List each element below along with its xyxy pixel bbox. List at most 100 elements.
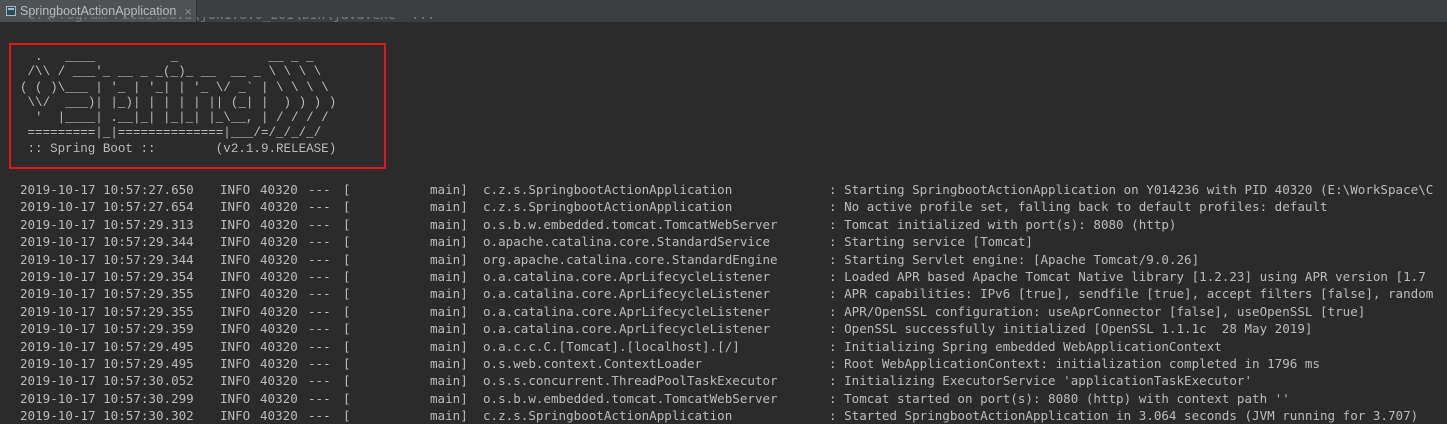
console-log: 2019-10-17 10:57:27.650 INFO 40320 --- [main… — [0, 181, 1447, 424]
log-thread: main] — [430, 338, 468, 354]
log-bracket: [ — [343, 338, 351, 354]
log-pid: 40320 — [260, 268, 298, 284]
log-date: 2019-10-17 10:57:29.344 — [20, 251, 194, 267]
log-bracket: [ — [343, 286, 351, 302]
banner-line: /\\ / ___'_ __ _ _(_)_ __ __ _ \ \ \ \ — [20, 65, 322, 80]
log-message: : APR/OpenSSL configuration: useAprConne… — [829, 303, 1366, 319]
log-separator: --- — [308, 321, 331, 337]
log-pid: 40320 — [260, 373, 298, 389]
log-bracket: [ — [343, 321, 351, 337]
log-message: : Starting service [Tomcat] — [829, 234, 1033, 250]
log-thread: main] — [430, 268, 468, 284]
log-date: 2019-10-17 10:57:29.344 — [20, 234, 194, 250]
log-date: 2019-10-17 10:57:30.299 — [20, 390, 194, 406]
log-bracket: [ — [343, 373, 351, 389]
log-date: 2019-10-17 10:57:29.313 — [20, 216, 194, 232]
log-pid: 40320 — [260, 199, 298, 215]
log-level: INFO — [220, 268, 251, 284]
log-date: 2019-10-17 10:57:29.495 — [20, 338, 194, 354]
log-level: INFO — [220, 286, 251, 302]
log-pid: 40320 — [260, 408, 298, 424]
spring-boot-banner: . ____ _ __ _ _ /\\ / ___'_ __ _ _(_)_ _… — [20, 50, 336, 157]
log-pid: 40320 — [260, 216, 298, 232]
log-date: 2019-10-17 10:57:29.359 — [20, 321, 194, 337]
log-level: INFO — [220, 321, 251, 337]
log-line: 2019-10-17 10:57:29.313 INFO 40320 --- [ main… — [0, 216, 1447, 233]
log-thread: main] — [430, 373, 468, 389]
log-pid: 40320 — [260, 390, 298, 406]
log-pid: 40320 — [260, 182, 298, 197]
log-message: : No active profile set, falling back to… — [829, 199, 1328, 215]
log-separator: --- — [308, 268, 331, 284]
log-logger: c.z.s.SpringbootActionApplication — [483, 182, 733, 197]
log-level: INFO — [220, 182, 251, 197]
log-message: : Starting Servlet engine: [Apache Tomca… — [829, 251, 1200, 267]
log-bracket: [ — [343, 216, 351, 232]
log-pid: 40320 — [260, 251, 298, 267]
log-line: 2019-10-17 10:57:30.302 INFO 40320 --- [main… — [0, 407, 1447, 424]
log-message: : Initializing Spring embedded WebApplic… — [829, 338, 1222, 354]
log-line: 2019-10-17 10:57:29.344 INFO 40320 --- [main… — [0, 233, 1447, 250]
log-line: 2019-10-17 10:57:29.495 INFO 40320 --- [ main… — [0, 338, 1447, 355]
log-thread: main] — [430, 182, 468, 197]
log-level: INFO — [220, 355, 251, 371]
banner-line: . ____ _ __ _ _ — [20, 50, 314, 64]
log-bracket: [ — [343, 390, 351, 406]
log-thread: main] — [430, 234, 468, 250]
log-logger: o.s.s.concurrent.ThreadPoolTaskExecutor — [483, 373, 778, 389]
log-separator: --- — [308, 338, 331, 354]
log-level: INFO — [220, 373, 251, 389]
log-line: 2019-10-17 10:57:30.052 INFO 40320 --- [main… — [0, 372, 1447, 389]
log-line: 2019-10-17 10:57:29.359 INFO 40320 --- [main… — [0, 320, 1447, 337]
log-line: 2019-10-17 10:57:29.344 INFO 40320 --- [main… — [0, 251, 1447, 268]
log-message: : Loaded APR based Apache Tomcat Native … — [829, 268, 1426, 284]
log-logger: o.a.catalina.core.AprLifecycleListener — [483, 268, 771, 284]
banner-line: ( ( )\___ | '_ | '_| | '_ \/ _` | \ \ \ … — [20, 80, 329, 95]
log-bracket: [ — [343, 303, 351, 319]
log-separator: --- — [308, 182, 331, 197]
log-line: 2019-10-17 10:57:29.355 INFO 40320 --- [main… — [0, 303, 1447, 320]
log-pid: 40320 — [260, 234, 298, 250]
log-date: 2019-10-17 10:57:29.355 — [20, 286, 194, 302]
log-pid: 40320 — [260, 355, 298, 371]
log-thread: main] — [430, 286, 468, 302]
log-message: : Started SpringbootActionApplication in… — [829, 408, 1419, 424]
log-separator: --- — [308, 251, 331, 267]
log-bracket: [ — [343, 268, 351, 284]
close-icon[interactable]: × — [184, 4, 192, 19]
log-level: INFO — [220, 234, 251, 250]
log-line: 2019-10-17 10:57:27.650 INFO 40320 --- [main… — [0, 181, 1447, 198]
log-date: 2019-10-17 10:57:27.654 — [20, 199, 194, 215]
log-message: : Tomcat started on port(s): 8080 (http)… — [829, 390, 1290, 406]
log-bracket: [ — [343, 408, 351, 424]
log-separator: --- — [308, 199, 331, 215]
log-message: : APR capabilities: IPv6 [true], sendfil… — [829, 286, 1434, 302]
log-date: 2019-10-17 10:57:30.302 — [20, 408, 194, 424]
log-logger: o.a.catalina.core.AprLifecycleListener — [483, 286, 771, 302]
banner-line: =========|_|==============|___/=/_/_/_/ — [20, 126, 322, 141]
log-line: 2019-10-17 10:57:30.299 INFO 40320 --- [main… — [0, 390, 1447, 407]
log-separator: --- — [308, 286, 331, 302]
log-thread: main] — [430, 390, 468, 406]
log-line: 2019-10-17 10:57:29.495 INFO 40320 --- [main… — [0, 355, 1447, 372]
log-separator: --- — [308, 216, 331, 232]
log-thread: main] — [430, 251, 468, 267]
log-logger: o.s.b.w.embedded.tomcat.TomcatWebServer — [483, 390, 778, 406]
log-thread: main] — [430, 216, 468, 232]
log-pid: 40320 — [260, 321, 298, 337]
log-pid: 40320 — [260, 338, 298, 354]
log-pid: 40320 — [260, 303, 298, 319]
log-logger: o.a.catalina.core.AprLifecycleListener — [483, 303, 771, 319]
log-logger: org.apache.catalina.core.StandardEngine — [483, 251, 778, 267]
log-bracket: [ — [343, 199, 351, 215]
log-thread: main] — [430, 199, 468, 215]
log-message: : Starting SpringbootActionApplication o… — [829, 182, 1434, 197]
log-message: : Initializing ExecutorService 'applicat… — [829, 373, 1253, 389]
console-icon — [6, 6, 16, 16]
log-level: INFO — [220, 216, 251, 232]
log-logger: o.a.c.c.C.[Tomcat].[localhost].[/] — [483, 338, 740, 354]
banner-line: ' |____| .__|_| |_|_| |_\__, | / / / / — [20, 111, 329, 126]
log-logger: o.a.catalina.core.AprLifecycleListener — [483, 321, 771, 337]
log-thread: main] — [430, 355, 468, 371]
log-level: INFO — [220, 338, 251, 354]
